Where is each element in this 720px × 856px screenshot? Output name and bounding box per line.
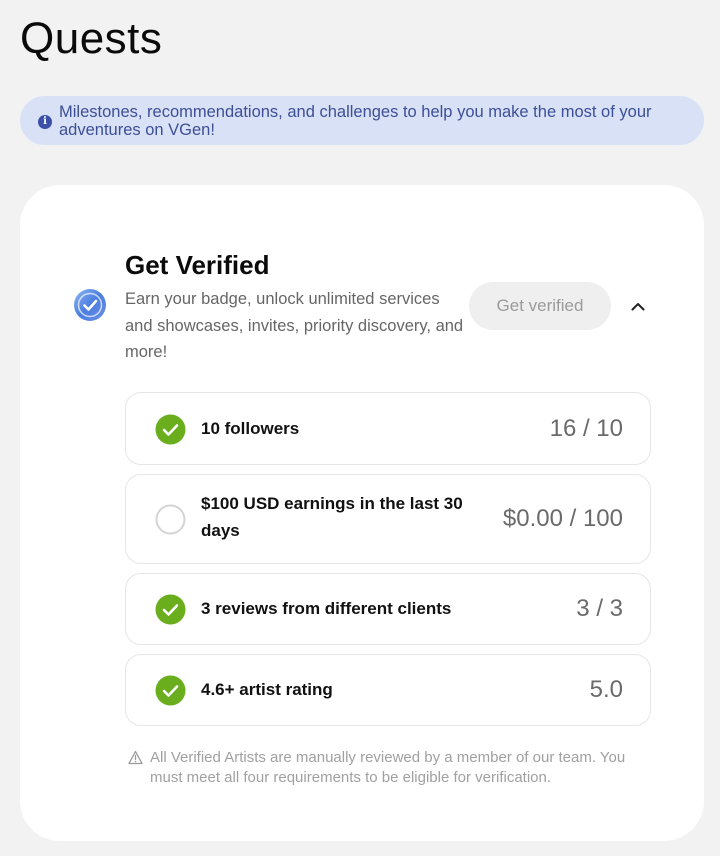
quest-description: Earn your badge, unlock unlimited servic…: [125, 290, 464, 361]
requirement-label: $100 USD earnings in the last 30 days: [201, 494, 463, 540]
quest-card: Get Verified Earn your badge, unlock unl…: [20, 185, 704, 841]
info-icon: i: [38, 114, 52, 129]
check-circle-icon: [155, 594, 186, 625]
collapse-toggle[interactable]: [624, 293, 652, 319]
chevron-up-icon: [631, 302, 645, 310]
requirement-label: 3 reviews from different clients: [201, 599, 452, 618]
requirement-item-followers: 10 followers 16 / 10: [125, 392, 651, 465]
info-banner: i Milestones, recommendations, and chall…: [20, 96, 704, 145]
verified-badge-icon: [74, 289, 106, 321]
requirement-value: 5.0: [589, 676, 623, 703]
info-banner-text: Milestones, recommendations, and challen…: [59, 102, 652, 139]
warning-icon: [128, 750, 143, 765]
requirement-value: 3 / 3: [576, 595, 623, 622]
page-title: Quests: [20, 14, 163, 63]
requirement-value: 16 / 10: [549, 415, 623, 442]
empty-circle-icon: [155, 504, 186, 535]
requirement-item-rating: 4.6+ artist rating 5.0: [125, 654, 651, 726]
requirement-label: 4.6+ artist rating: [201, 680, 333, 699]
requirement-value: $0.00 / 100: [502, 505, 623, 532]
check-circle-icon: [155, 414, 186, 445]
requirement-item-earnings: $100 USD earnings in the last 30 days $0…: [125, 474, 651, 564]
disclaimer: All Verified Artists are manually review…: [128, 748, 648, 788]
disclaimer-text: All Verified Artists are manually review…: [150, 749, 626, 786]
requirement-item-reviews: 3 reviews from different clients 3 / 3: [125, 573, 651, 645]
requirement-label: 10 followers: [201, 419, 300, 438]
quest-title: Get Verified: [125, 250, 270, 280]
check-circle-icon: [155, 675, 186, 706]
get-verified-button[interactable]: Get verified: [469, 282, 611, 330]
